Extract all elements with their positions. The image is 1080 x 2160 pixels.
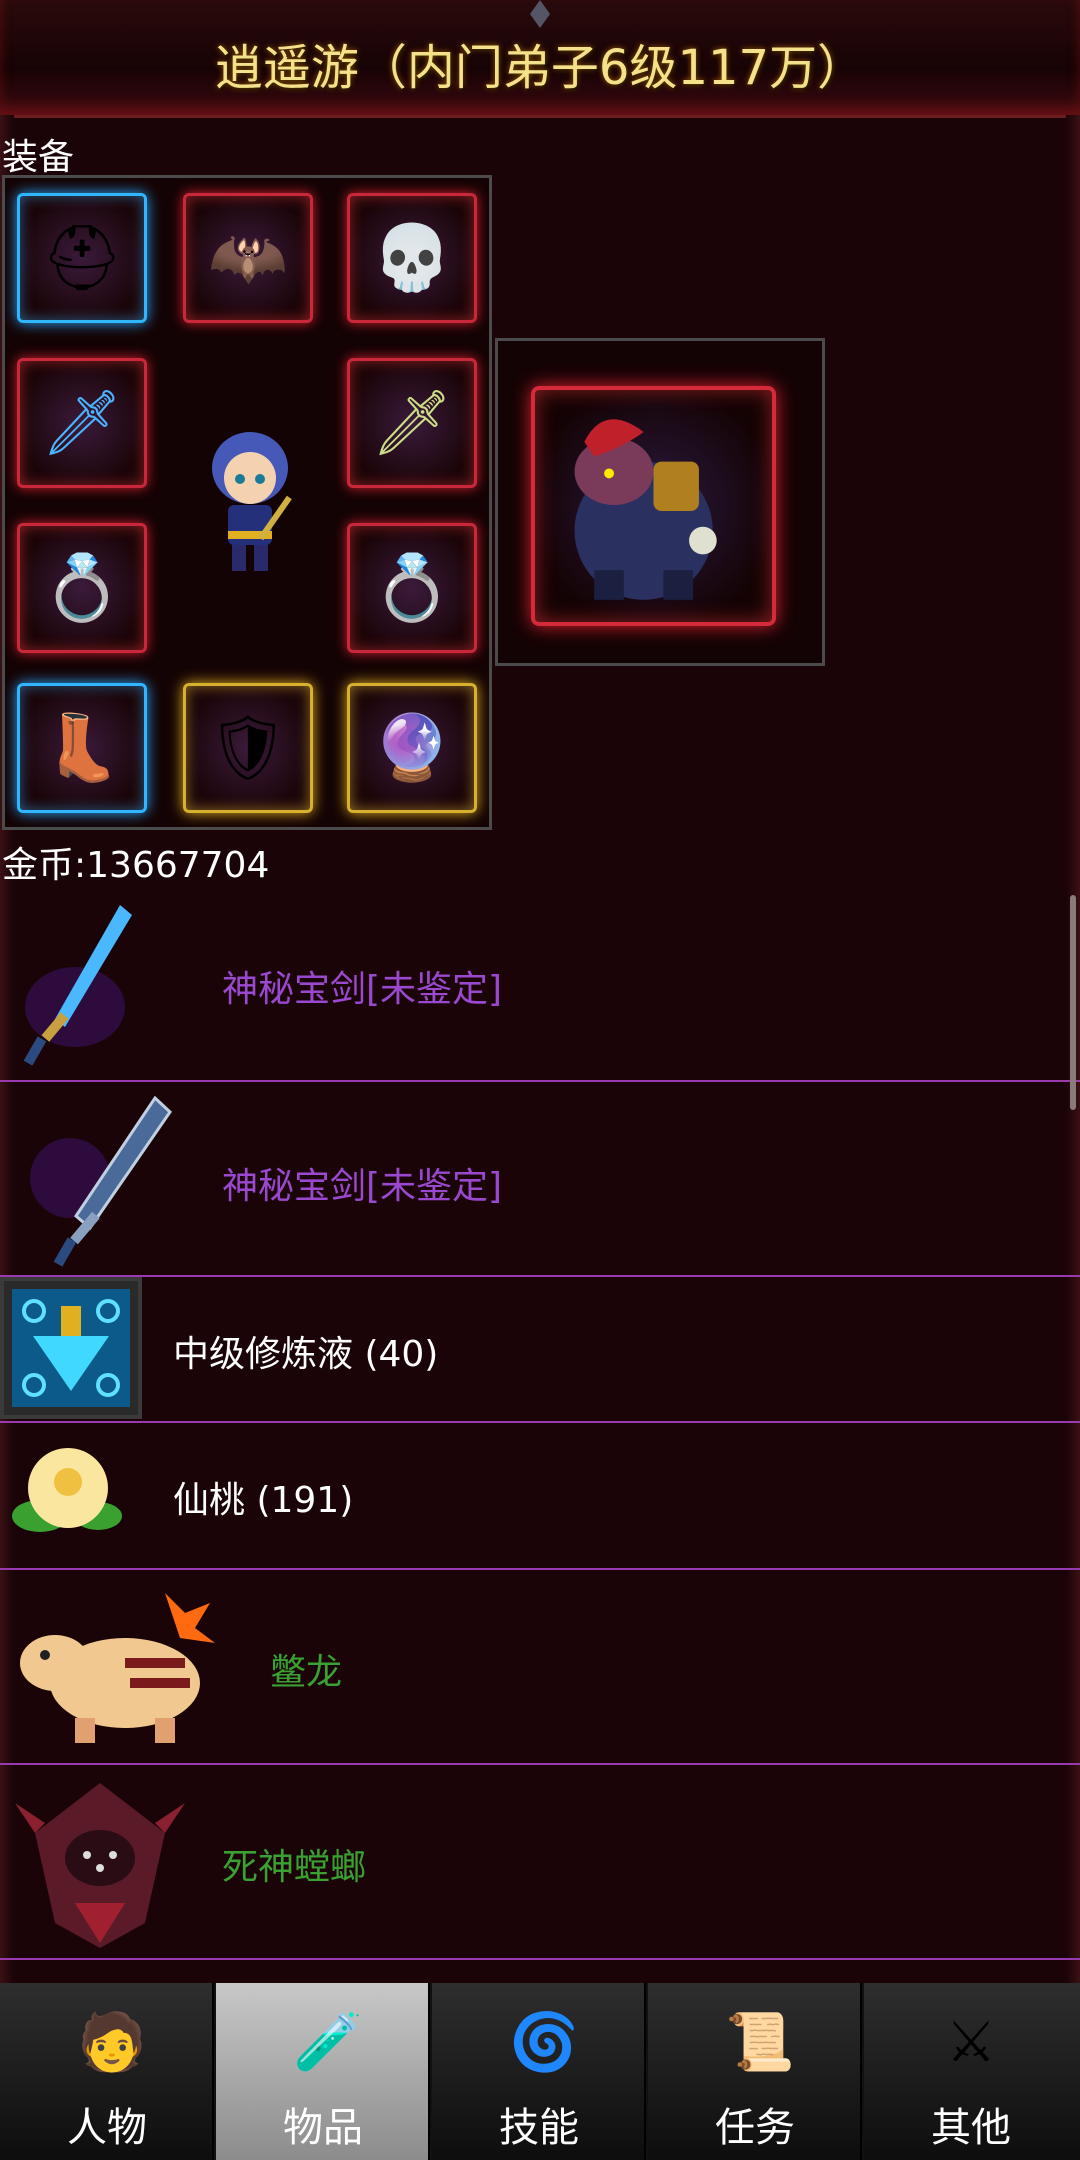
orb-icon: 🔮 (372, 711, 452, 786)
sword-icon: 🗡 (41, 386, 123, 461)
item-name: 死神螳螂 (222, 1847, 367, 1888)
tab-quests[interactable]: 📜 任务 (648, 1983, 862, 2160)
ring-slot-right[interactable]: 💍 (347, 523, 477, 653)
tab-label: 其他 (931, 2105, 1011, 2151)
tab-skills[interactable]: 🌀 技能 (432, 1983, 646, 2160)
item-name: 中级修炼液 (40) (173, 1334, 439, 1375)
tab-other[interactable]: ⚔ 其他 (864, 1983, 1080, 2160)
other-icon: ⚔ (945, 2010, 997, 2075)
character-avatar (212, 432, 292, 571)
wings-icon: 🦇 (208, 221, 288, 296)
tab-label: 人物 (67, 2105, 147, 2151)
pet-slot[interactable] (531, 386, 776, 626)
list-item[interactable]: 中级修炼液 (40) (0, 1275, 1080, 1423)
orb-slot[interactable]: 🔮 (347, 683, 477, 813)
title-bar: 逍遥游（内门弟子6级117万） (0, 0, 1080, 118)
sword-icon: 🗡 (371, 386, 453, 461)
equipment-panel: ⛑ 🦇 💀 🗡 🗡 💍 💍 👢 🛡 🔮 (2, 175, 492, 830)
pet-panel (495, 338, 825, 666)
item-name: 神秘宝剑[未鉴定] (222, 969, 503, 1010)
tab-items[interactable]: 🧪 物品 (216, 1983, 430, 2160)
wings-slot[interactable]: 🦇 (183, 193, 313, 323)
boots-icon: 👢 (42, 711, 122, 786)
equipment-label: 装备 (2, 137, 75, 178)
tab-label: 任务 (715, 2105, 795, 2151)
ring-slot-left[interactable]: 💍 (17, 523, 147, 653)
mantis-icon (15, 1783, 185, 1948)
scrollbar[interactable] (1070, 895, 1076, 1110)
necklace-icon: 💀 (372, 221, 452, 296)
tab-label: 物品 (283, 2105, 363, 2151)
page-title: 逍遥游（内门弟子6级117万） (214, 40, 866, 96)
potion-icon (12, 1289, 130, 1407)
gold-counter: 金币:13667704 (2, 845, 270, 886)
character-icon: 🧑 (77, 2010, 147, 2075)
tab-character[interactable]: 🧑 人物 (0, 1983, 214, 2160)
boots-slot[interactable]: 👢 (17, 683, 147, 813)
dragon-icon (20, 1593, 215, 1743)
skill-icon: 🌀 (509, 2010, 579, 2075)
list-item[interactable]: 神秘宝剑[未鉴定] (0, 1080, 1080, 1277)
armor-slot[interactable]: 🛡 (183, 683, 313, 813)
weapon-slot-left[interactable]: 🗡 (17, 358, 147, 488)
pet-beast-icon (574, 419, 717, 600)
list-item[interactable]: 仙桃 (191) (0, 1421, 1080, 1570)
peach-icon (12, 1448, 122, 1532)
item-name: 鳖龙 (270, 1652, 343, 1693)
sword-icon (30, 1095, 172, 1267)
ring-icon: 💍 (42, 551, 122, 626)
weapon-slot-right[interactable]: 🗡 (347, 358, 477, 488)
ring-icon: 💍 (372, 551, 452, 626)
item-name: 仙桃 (191) (173, 1480, 354, 1521)
title-ornament-icon (530, 0, 550, 28)
tab-label: 技能 (499, 2105, 579, 2151)
helmet-slot[interactable]: ⛑ (17, 193, 147, 323)
necklace-slot[interactable]: 💀 (347, 193, 477, 323)
armor-icon: 🛡 (207, 711, 289, 786)
sword-icon (23, 905, 132, 1066)
helmet-icon: ⛑ (41, 221, 123, 296)
item-name: 神秘宝剑[未鉴定] (222, 1166, 503, 1207)
bag-icon: 🧪 (293, 2010, 363, 2075)
bottom-tab-bar: 🧑 人物 🧪 物品 🌀 技能 📜 任务 ⚔ 其他 (0, 1983, 1080, 2160)
list-item[interactable]: 神秘宝剑[未鉴定] (0, 885, 1080, 1082)
list-item[interactable]: 鳖龙 (0, 1568, 1080, 1765)
potion-icon-frame (0, 1277, 142, 1419)
list-item[interactable]: 死神螳螂 (0, 1763, 1080, 1960)
quest-icon: 📜 (725, 2010, 795, 2075)
